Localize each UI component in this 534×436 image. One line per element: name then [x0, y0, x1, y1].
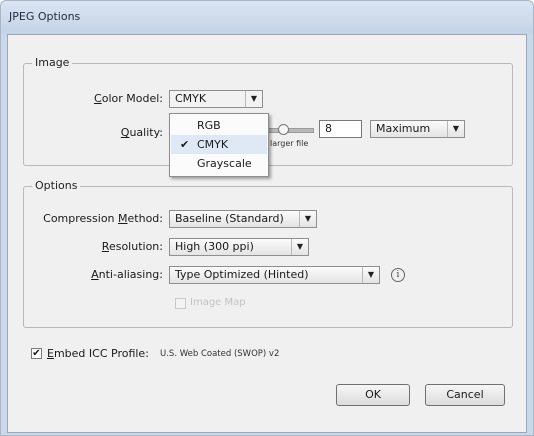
color-model-value: CMYK	[175, 92, 207, 105]
menu-item-grayscale[interactable]: Grayscale	[171, 154, 267, 173]
options-group-legend: Options	[32, 179, 81, 192]
resolution-value: High (300 ppi)	[175, 240, 254, 253]
color-model-menu: RGB ✔ CMYK Grayscale	[169, 113, 269, 177]
quality-slider-track[interactable]	[266, 128, 314, 133]
checkmark-icon: ✔	[180, 138, 190, 151]
anti-aliasing-label: Anti-aliasing:	[91, 268, 163, 281]
image-group-legend: Image	[32, 56, 73, 69]
compression-method-value: Baseline (Standard)	[175, 212, 284, 225]
compression-method-label: Compression Method:	[43, 212, 163, 225]
compression-method-dropdown[interactable]: Baseline (Standard) ▼	[169, 210, 317, 228]
quality-value-field[interactable]: 8	[319, 120, 362, 138]
menu-item-cmyk[interactable]: ✔ CMYK	[171, 135, 267, 154]
resolution-dropdown[interactable]: High (300 ppi) ▼	[169, 238, 309, 256]
jpeg-options-dialog: JPEG Options Image Color Model: CMYK ▼ Q…	[0, 0, 534, 436]
chevron-down-icon: ▼	[291, 239, 308, 255]
color-model-dropdown[interactable]: CMYK ▼	[169, 90, 263, 108]
quality-preset-value: Maximum	[376, 122, 431, 135]
chevron-down-icon: ▼	[362, 267, 379, 283]
quality-slider-hint: larger file	[270, 139, 309, 148]
anti-aliasing-dropdown[interactable]: Type Optimized (Hinted) ▼	[169, 266, 380, 284]
quality-slider-thumb[interactable]	[278, 124, 289, 135]
dialog-title: JPEG Options	[9, 10, 81, 23]
chevron-down-icon: ▼	[299, 211, 316, 227]
embed-icc-label: Embed ICC Profile:	[47, 347, 149, 360]
icc-profile-name: U.S. Web Coated (SWOP) v2	[160, 349, 280, 359]
quality-label: Quality:	[120, 126, 163, 139]
quality-preset-dropdown[interactable]: Maximum ▼	[370, 120, 465, 138]
resolution-label: Resolution:	[101, 240, 163, 253]
ok-button[interactable]: OK	[336, 384, 410, 406]
chevron-down-icon: ▼	[447, 121, 464, 137]
title-bar[interactable]: JPEG Options	[1, 1, 533, 34]
image-map-checkbox	[175, 298, 186, 309]
cancel-button[interactable]: Cancel	[425, 384, 505, 406]
image-map-label: Image Map	[190, 297, 246, 308]
chevron-down-icon: ▼	[245, 91, 262, 107]
anti-aliasing-value: Type Optimized (Hinted)	[175, 268, 309, 281]
color-model-label: Color Model:	[94, 92, 163, 105]
options-group: Options	[23, 179, 513, 328]
dialog-body: Image Color Model: CMYK ▼ Quality: large…	[7, 34, 527, 433]
info-icon[interactable]: i	[391, 268, 405, 282]
menu-item-rgb[interactable]: RGB	[171, 116, 267, 135]
embed-icc-checkbox[interactable]: ✔	[31, 348, 42, 359]
